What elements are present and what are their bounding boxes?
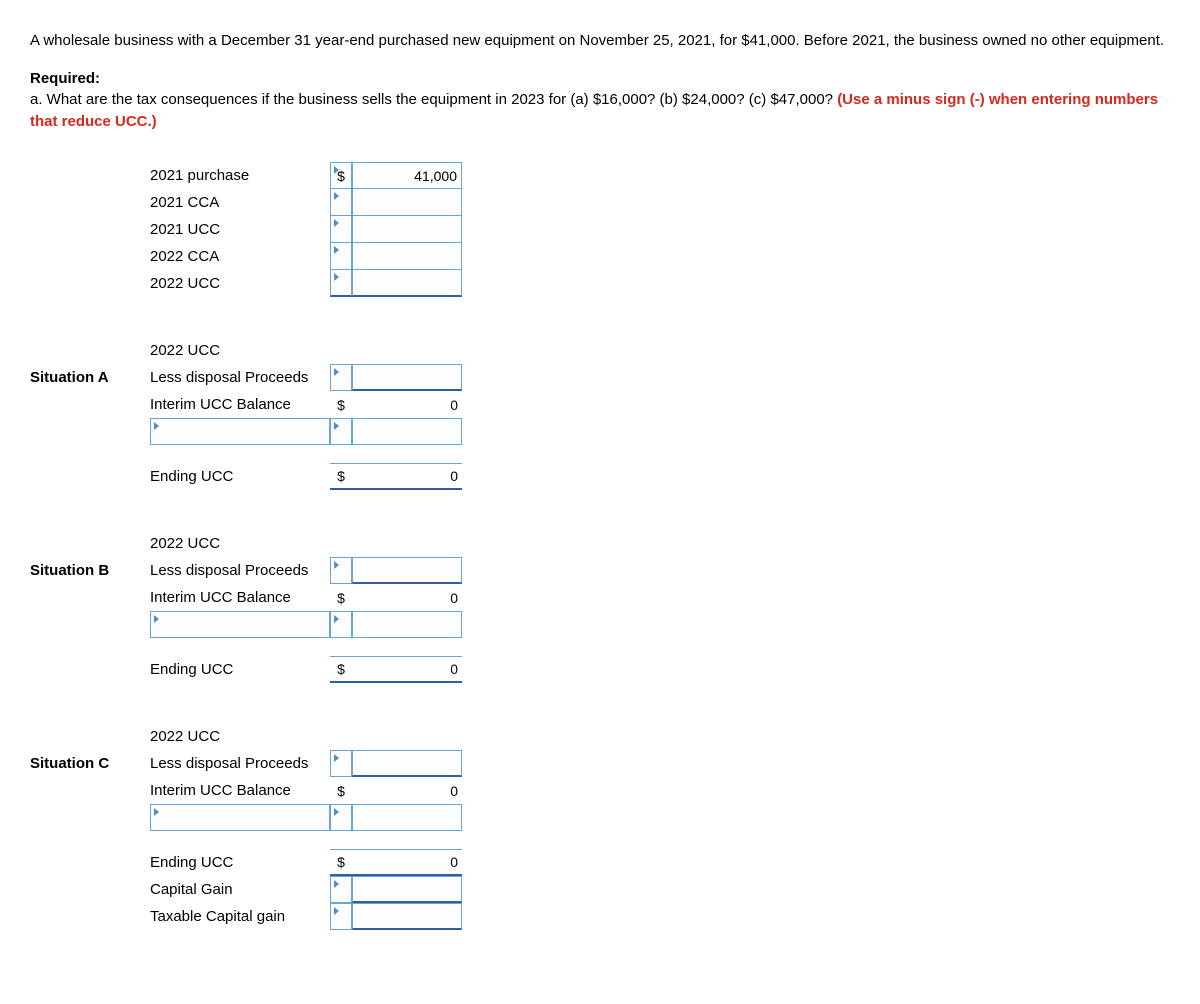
label-2022-ucc-top: 2022 UCC xyxy=(150,270,330,297)
cell-c-ending-val: 0 xyxy=(352,849,462,876)
cell-b-ending-sym: $ xyxy=(330,656,352,683)
label-b-less-disposal: Less disposal Proceeds xyxy=(150,557,330,584)
label-b-ending: Ending UCC xyxy=(150,656,330,683)
worksheet-grid: 2021 purchase $ 41,000 2021 CCA 2021 UCC… xyxy=(30,162,1170,930)
cell-c-capgain-val[interactable] xyxy=(352,876,462,903)
cell-b-disposal-sym[interactable] xyxy=(330,557,352,584)
label-c-less-disposal: Less disposal Proceeds xyxy=(150,750,330,777)
label-a-less-disposal: Less disposal Proceeds xyxy=(150,364,330,391)
blank-col1 xyxy=(30,162,150,189)
required-text: a. What are the tax consequences if the … xyxy=(30,89,1170,133)
label-c-interim: Interim UCC Balance xyxy=(150,777,330,804)
label-a-2022-ucc: 2022 UCC xyxy=(150,337,330,364)
cell-c-taxcg-sym[interactable] xyxy=(330,903,352,930)
label-b-interim: Interim UCC Balance xyxy=(150,584,330,611)
cell-2021-ucc-val[interactable] xyxy=(352,216,462,243)
label-2021-cca: 2021 CCA xyxy=(150,189,330,216)
cell-a-ending-sym: $ xyxy=(330,463,352,490)
label-2021-purchase: 2021 purchase xyxy=(150,162,330,189)
cell-a-adjustment-sym[interactable] xyxy=(330,418,352,445)
cell-b-adjustment-val[interactable] xyxy=(352,611,462,638)
cell-2021-ucc-sym[interactable] xyxy=(330,216,352,243)
situation-a-label: Situation A xyxy=(30,364,150,391)
label-a-ending: Ending UCC xyxy=(150,463,330,490)
cell-b-ending-val: 0 xyxy=(352,656,462,683)
label-c-2022-ucc: 2022 UCC xyxy=(150,723,330,750)
cell-2022-cca-sym[interactable] xyxy=(330,243,352,270)
cell-a-disposal-sym[interactable] xyxy=(330,364,352,391)
cell-a-interim-sym: $ xyxy=(330,391,352,418)
cell-c-capgain-sym[interactable] xyxy=(330,876,352,903)
cell-a-ending-val: 0 xyxy=(352,463,462,490)
cell-c-disposal-sym[interactable] xyxy=(330,750,352,777)
cell-a-disposal-val[interactable] xyxy=(352,364,462,391)
required-question: a. What are the tax consequences if the … xyxy=(30,91,837,108)
situation-b-label: Situation B xyxy=(30,557,150,584)
label-c-capital-gain: Capital Gain xyxy=(150,876,330,903)
cell-c-adjustment-desc[interactable] xyxy=(150,804,330,831)
cell-b-adjustment-sym[interactable] xyxy=(330,611,352,638)
cell-a-adjustment-val[interactable] xyxy=(352,418,462,445)
cell-2021-purchase-sym[interactable]: $ xyxy=(330,162,352,189)
cell-2021-cca-sym[interactable] xyxy=(330,189,352,216)
label-c-ending: Ending UCC xyxy=(150,849,330,876)
cell-c-taxcg-val[interactable] xyxy=(352,903,462,930)
cell-c-ending-sym: $ xyxy=(330,849,352,876)
label-2021-ucc: 2021 UCC xyxy=(150,216,330,243)
cell-c-adjustment-sym[interactable] xyxy=(330,804,352,831)
situation-c-label: Situation C xyxy=(30,750,150,777)
cell-b-interim-sym: $ xyxy=(330,584,352,611)
cell-2022-ucc-val[interactable] xyxy=(352,270,462,297)
label-b-2022-ucc: 2022 UCC xyxy=(150,530,330,557)
cell-2021-cca-val[interactable] xyxy=(352,189,462,216)
cell-2022-ucc-sym[interactable] xyxy=(330,270,352,297)
cell-c-disposal-val[interactable] xyxy=(352,750,462,777)
problem-intro: A wholesale business with a December 31 … xyxy=(30,30,1170,52)
cell-c-interim-sym: $ xyxy=(330,777,352,804)
cell-b-adjustment-desc[interactable] xyxy=(150,611,330,638)
cell-2022-cca-val[interactable] xyxy=(352,243,462,270)
label-c-taxable-cg: Taxable Capital gain xyxy=(150,903,330,930)
label-a-interim: Interim UCC Balance xyxy=(150,391,330,418)
cell-b-interim-val: 0 xyxy=(352,584,462,611)
cell-2021-purchase-val[interactable]: 41,000 xyxy=(352,162,462,189)
cell-c-adjustment-val[interactable] xyxy=(352,804,462,831)
required-label: Required: xyxy=(30,70,1170,87)
cell-a-interim-val: 0 xyxy=(352,391,462,418)
label-2022-cca: 2022 CCA xyxy=(150,243,330,270)
cell-c-interim-val: 0 xyxy=(352,777,462,804)
cell-b-disposal-val[interactable] xyxy=(352,557,462,584)
cell-a-adjustment-desc[interactable] xyxy=(150,418,330,445)
